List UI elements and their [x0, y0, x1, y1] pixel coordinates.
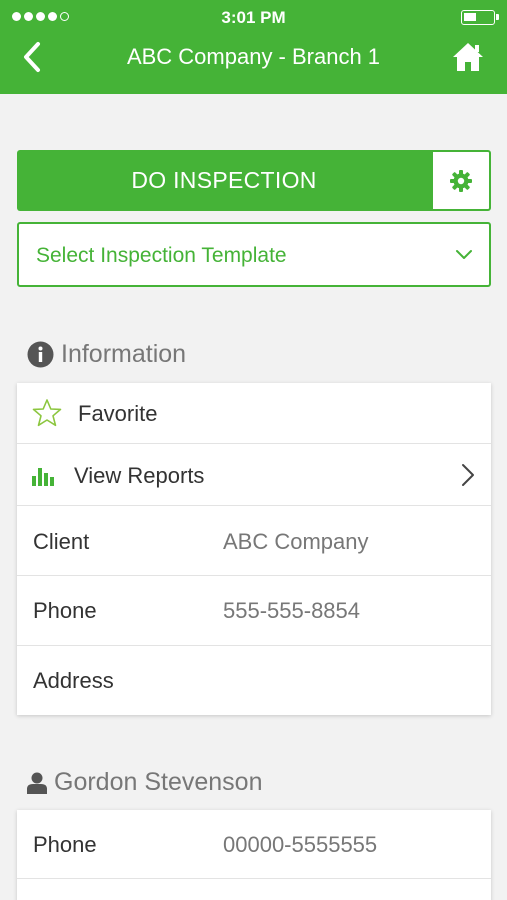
favorite-row[interactable]: Favorite [17, 383, 491, 444]
do-inspection-button[interactable]: DO INSPECTION [17, 150, 431, 211]
phone-row: Phone 555-555-8854 [17, 576, 491, 646]
chevron-right-icon [462, 464, 474, 486]
chevron-down-icon [456, 250, 472, 259]
view-reports-row[interactable]: View Reports [17, 444, 491, 506]
back-button[interactable] [18, 40, 50, 74]
phone-value[interactable]: 555-555-8854 [223, 598, 360, 624]
information-heading-text: Information [61, 340, 187, 368]
contact-heading: Gordon Stevenson [27, 768, 262, 797]
inspection-settings-button[interactable] [431, 150, 491, 211]
page-title: ABC Company - Branch 1 [126, 44, 381, 69]
client-value: ABC Company [223, 529, 369, 554]
chevron-left-icon [24, 42, 40, 72]
navigation-bar: 3:01 PM ABC Company - Branch 1 [0, 0, 507, 94]
contact-next-row [17, 879, 491, 900]
contact-phone-value[interactable]: 00000-5555555 [223, 832, 377, 858]
info-icon [27, 341, 54, 368]
information-heading: Information [27, 340, 186, 369]
contact-card: Phone 00000-5555555 [17, 810, 491, 900]
address-row: Address [17, 646, 491, 715]
client-label: Client [33, 529, 90, 554]
contact-heading-text: Gordon Stevenson [54, 768, 263, 796]
gear-icon [450, 169, 472, 192]
bar-chart-icon [32, 468, 54, 486]
client-row: Client ABC Company [17, 506, 491, 576]
information-card: Favorite View Reports Client ABC Company… [17, 383, 491, 715]
status-time: 3:01 PM [221, 8, 286, 27]
status-bar: 3:01 PM [0, 0, 507, 34]
inspection-template-value: Select Inspection Template [36, 244, 287, 267]
contact-phone-label: Phone [33, 832, 97, 857]
person-icon [27, 772, 47, 794]
inspection-template-select[interactable]: Select Inspection Template [17, 222, 491, 287]
star-icon [32, 399, 62, 427]
battery-icon [461, 10, 499, 25]
contact-phone-row: Phone 00000-5555555 [17, 810, 491, 879]
home-icon [453, 43, 483, 71]
favorite-label: Favorite [78, 401, 158, 426]
home-button[interactable] [451, 40, 485, 74]
address-label: Address [33, 668, 114, 693]
view-reports-label: View Reports [74, 463, 205, 488]
phone-label: Phone [33, 598, 97, 623]
